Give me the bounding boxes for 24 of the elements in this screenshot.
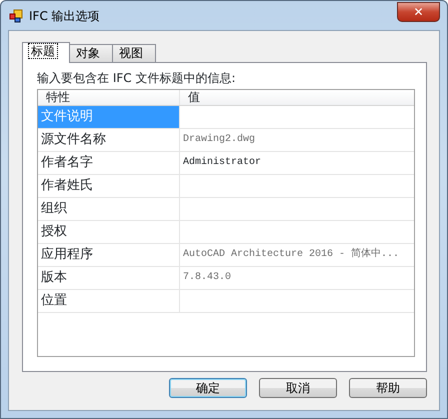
property-name[interactable]: 源文件名称 <box>38 129 180 151</box>
ok-button[interactable]: 确定 <box>169 378 247 398</box>
property-name[interactable]: 应用程序 <box>38 244 180 266</box>
app-icon <box>9 8 23 22</box>
close-button[interactable]: ✕ <box>397 2 440 22</box>
tab[interactable]: 标题 <box>22 42 70 63</box>
property-name[interactable]: 作者姓氏 <box>38 175 180 197</box>
property-name[interactable]: 版本 <box>38 267 180 289</box>
property-value[interactable]: Administrator <box>180 152 414 174</box>
tab[interactable]: 对象 <box>69 44 113 62</box>
property-value[interactable]: 7.8.43.0 <box>180 267 414 289</box>
property-name[interactable]: 授权 <box>38 221 180 243</box>
property-name[interactable]: 位置 <box>38 290 180 312</box>
column-header[interactable]: 值 <box>180 90 414 105</box>
cancel-button[interactable]: 取消 <box>259 378 337 398</box>
tab[interactable]: 视图 <box>112 44 156 62</box>
column-header[interactable]: 特性 <box>38 90 180 105</box>
instruction-text: 输入要包含在 IFC 文件标题中的信息: <box>37 70 236 87</box>
property-value[interactable]: Drawing2.dwg <box>180 129 414 151</box>
help-button[interactable]: 帮助 <box>349 378 427 398</box>
property-value[interactable]: AutoCAD Architecture 2016 - 简体中... <box>180 244 414 266</box>
property-name[interactable]: 组织 <box>38 198 180 220</box>
window-title: IFC 输出选项 <box>29 8 100 24</box>
property-name[interactable]: 作者名字 <box>38 152 180 174</box>
